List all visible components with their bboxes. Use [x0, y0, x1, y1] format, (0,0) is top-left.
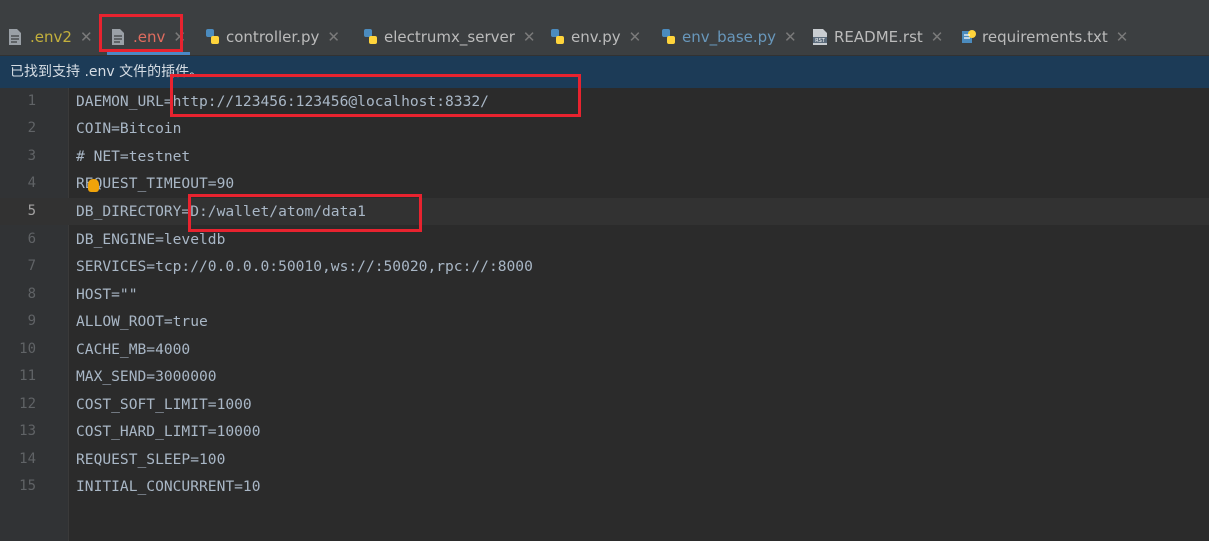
line-text: SERVICES=tcp://0.0.0.0:50010,ws://:50020…: [76, 258, 533, 275]
tab-controller-py[interactable]: controller.py ✕: [204, 19, 340, 55]
tab-label: env.py: [571, 28, 621, 46]
tab-label: README.rst: [834, 28, 923, 46]
line-text: REQUEST_SLEEP=100: [76, 451, 226, 468]
close-icon[interactable]: ✕: [523, 28, 536, 46]
line-number: 7: [27, 258, 36, 274]
line-text: MAX_SEND=3000000: [76, 368, 217, 385]
code-line[interactable]: 8 HOST="": [0, 281, 1209, 308]
line-number: 13: [19, 423, 36, 439]
code-line[interactable]: 15 INITIAL_CONCURRENT=10: [0, 473, 1209, 500]
line-text: CACHE_MB=4000: [76, 341, 191, 358]
tab-label: controller.py: [226, 28, 320, 46]
code-line[interactable]: 12 COST_SOFT_LIMIT=1000: [0, 391, 1209, 418]
tab-label: electrumx_server: [384, 28, 515, 46]
tab-label: .env2: [30, 28, 72, 46]
line-number: 10: [19, 341, 36, 357]
tab-electrumx-server[interactable]: electrumx_server ✕: [362, 19, 535, 55]
line-number: 6: [27, 231, 36, 247]
code-line[interactable]: 13 COST_HARD_LIMIT=10000: [0, 418, 1209, 445]
line-text: ALLOW_ROOT=true: [76, 313, 208, 330]
line-number: 15: [19, 478, 36, 494]
close-icon[interactable]: ✕: [327, 28, 340, 46]
line-text: INITIAL_CONCURRENT=10: [76, 478, 261, 495]
tab-label: requirements.txt: [982, 28, 1108, 46]
close-icon[interactable]: ✕: [784, 28, 797, 46]
python-icon: [549, 28, 565, 46]
code-line[interactable]: 11 MAX_SEND=3000000: [0, 363, 1209, 390]
line-number: 2: [27, 120, 36, 136]
line-number: 14: [19, 451, 36, 467]
code-line[interactable]: 3 # NET=testnet: [0, 143, 1209, 170]
line-number: 11: [19, 368, 36, 384]
line-text: COST_HARD_LIMIT=10000: [76, 423, 261, 440]
requirements-icon: [960, 28, 976, 46]
line-number: 8: [27, 286, 36, 302]
python-icon: [204, 28, 220, 46]
code-line[interactable]: 4 REQUEST_TIMEOUT=90: [0, 170, 1209, 197]
line-number: 4: [27, 175, 36, 191]
highlight-box-env-tab: [99, 14, 183, 52]
code-line[interactable]: 14 REQUEST_SLEEP=100: [0, 446, 1209, 473]
tab-env2[interactable]: .env2 ✕: [8, 19, 93, 55]
tab-env-base-py[interactable]: env_base.py ✕: [660, 19, 797, 55]
close-icon[interactable]: ✕: [629, 28, 642, 46]
code-line[interactable]: 10 CACHE_MB=4000: [0, 336, 1209, 363]
tab-env-py[interactable]: env.py ✕: [549, 19, 641, 55]
close-icon[interactable]: ✕: [1116, 28, 1129, 46]
code-line-current[interactable]: 5 DB_DIRECTORY=D:/wallet/atom/data1: [0, 198, 1209, 225]
python-icon: [660, 28, 676, 46]
tab-readme-rst[interactable]: RST README.rst ✕: [812, 19, 943, 55]
highlight-box-db-directory: [188, 194, 422, 232]
line-number: 12: [19, 396, 36, 412]
line-number: 3: [27, 148, 36, 164]
close-icon[interactable]: ✕: [931, 28, 944, 46]
line-text: COIN=Bitcoin: [76, 120, 182, 137]
code-line[interactable]: 6 DB_ENGINE=leveldb: [0, 226, 1209, 253]
line-number: 5: [27, 203, 36, 219]
line-number: 9: [27, 313, 36, 329]
line-text: REQUEST_TIMEOUT=90: [76, 175, 235, 192]
line-text: # NET=testnet: [76, 148, 191, 165]
code-line[interactable]: 9 ALLOW_ROOT=true: [0, 308, 1209, 335]
tab-requirements-txt[interactable]: requirements.txt ✕: [960, 19, 1128, 55]
highlight-box-daemon-url: [170, 74, 581, 117]
code-line[interactable]: 2 COIN=Bitcoin: [0, 115, 1209, 142]
line-text: COST_SOFT_LIMIT=1000: [76, 396, 252, 413]
file-icon: [8, 28, 24, 46]
python-icon: [362, 28, 378, 46]
tab-label: env_base.py: [682, 28, 777, 46]
svg-text:RST: RST: [815, 38, 826, 44]
code-line[interactable]: 7 SERVICES=tcp://0.0.0.0:50010,ws://:5002…: [0, 253, 1209, 280]
line-number: 1: [27, 93, 36, 109]
rst-file-icon: RST: [812, 28, 828, 46]
close-icon[interactable]: ✕: [80, 28, 93, 46]
intention-bulb-icon[interactable]: [88, 179, 99, 192]
line-text: HOST="": [76, 286, 138, 303]
